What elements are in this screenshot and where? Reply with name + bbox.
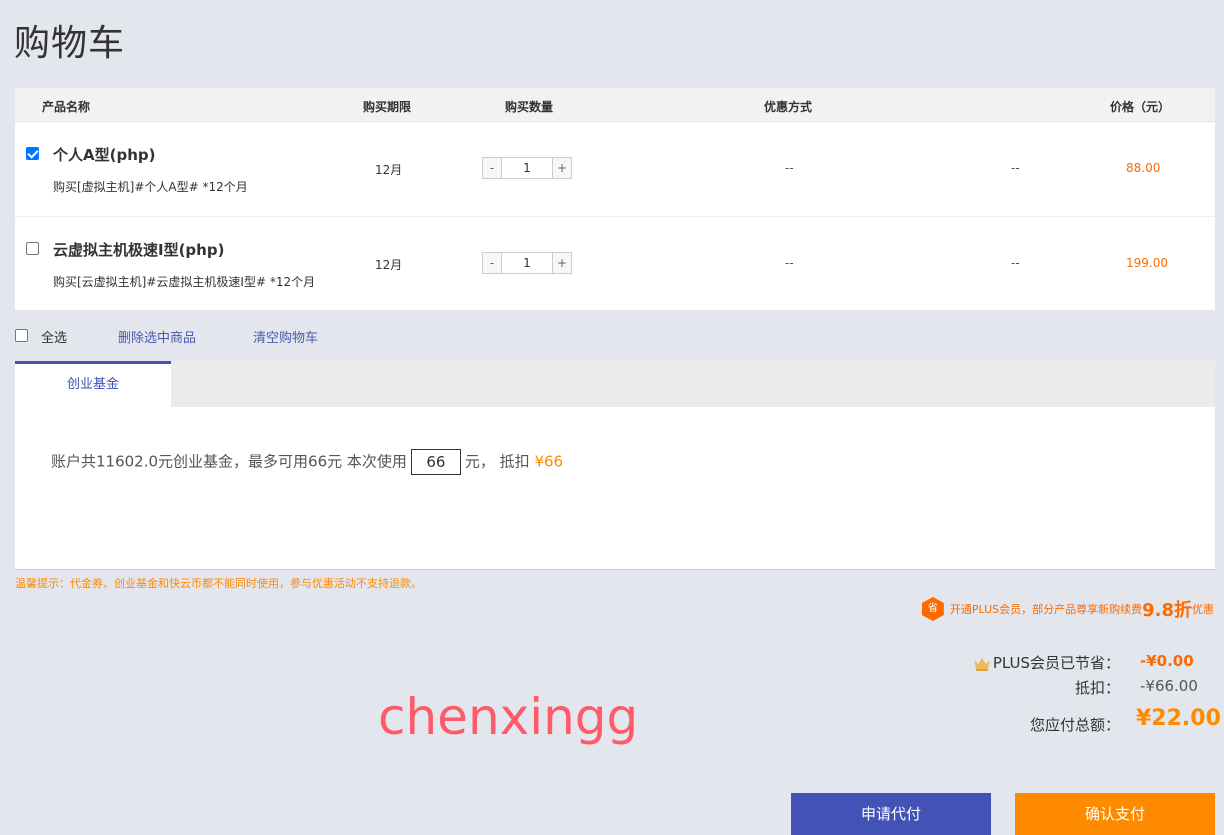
plus-saved-label: PLUS会员已节省： xyxy=(992,654,1120,672)
col-header-discount: 优惠方式 xyxy=(764,100,813,114)
deduct-label: 抵扣： xyxy=(1074,679,1120,697)
col-header-period: 购买期限 xyxy=(363,100,412,114)
page-title: 购物车 xyxy=(14,23,126,64)
warm-tip: 温馨提示：代金券、创业基金和快云币都不能同时使用，参与优惠活动不支持退款。 xyxy=(15,577,422,590)
quantity-input[interactable]: 1 xyxy=(502,158,552,178)
discount-method: -- xyxy=(785,161,794,175)
select-all-label[interactable]: 全选 xyxy=(41,327,67,346)
promo-text: 开通PLUS会员，部分产品尊享新购续费 xyxy=(949,603,1143,616)
promo-discount: 9.8折 xyxy=(1142,600,1192,621)
increment-button[interactable]: + xyxy=(552,158,571,178)
total-label: 您应付总额： xyxy=(1029,716,1120,734)
product-period: 12月 xyxy=(375,258,403,272)
product-period: 12月 xyxy=(375,163,403,177)
quantity-input[interactable]: 1 xyxy=(502,253,552,273)
select-all-checkbox[interactable] xyxy=(15,329,28,342)
crown-icon xyxy=(973,657,990,671)
discount-method: -- xyxy=(785,256,794,270)
tab-startup-fund[interactable]: 创业基金 xyxy=(15,361,171,407)
fund-usage-line: 账户共11602.0元创业基金，最多可用66元 本次使用 66 元， 抵扣 ¥66 xyxy=(51,449,563,475)
delete-selected-link[interactable]: 删除选中商品 xyxy=(118,327,196,346)
product-name: 云虚拟主机极速I型(php) xyxy=(53,241,225,259)
table-row: 云虚拟主机极速I型(php) 购买[云虚拟主机]#云虚拟主机极速I型# *12个… xyxy=(15,217,1215,311)
clear-cart-link[interactable]: 清空购物车 xyxy=(253,327,318,346)
row-checkbox[interactable] xyxy=(26,242,39,255)
fund-tabbar: 创业基金 xyxy=(15,361,1215,407)
request-pay-button[interactable]: 申请代付 xyxy=(791,793,991,835)
product-desc: 购买[虚拟主机]#个人A型# *12个月 xyxy=(53,180,248,194)
discount-amount: -- xyxy=(1011,256,1020,270)
fund-text-after: 元， 抵扣 xyxy=(464,452,530,471)
row-checkbox[interactable] xyxy=(26,147,39,160)
plus-promo[interactable]: 省开通PLUS会员，部分产品尊享新购续费9.8折优惠 xyxy=(921,596,1214,624)
discount-amount: -- xyxy=(1011,161,1020,175)
deduct-value: -¥66.00 xyxy=(1140,677,1198,695)
quantity-stepper: - 1 + xyxy=(482,252,572,274)
product-price: 88.00 xyxy=(1126,161,1161,175)
watermark: chenxingg xyxy=(378,688,639,746)
decrement-button[interactable]: - xyxy=(483,158,502,178)
plus-saved-label-wrap: PLUS会员已节省： xyxy=(973,652,1120,673)
fund-amount-input[interactable]: 66 xyxy=(410,449,461,475)
plus-saved-value: -¥0.00 xyxy=(1140,652,1194,670)
col-header-quantity: 购买数量 xyxy=(505,100,554,114)
increment-button[interactable]: + xyxy=(552,253,571,273)
table-row: 个人A型(php) 购买[虚拟主机]#个人A型# *12个月 12月 - 1 +… xyxy=(15,122,1215,217)
decrement-button[interactable]: - xyxy=(483,253,502,273)
product-desc: 购买[云虚拟主机]#云虚拟主机极速I型# *12个月 xyxy=(53,275,316,289)
total-value: ¥22.00 xyxy=(1136,706,1221,731)
table-header: 产品名称 购买期限 购买数量 优惠方式 价格（元） xyxy=(15,88,1215,122)
fund-text-before: 账户共11602.0元创业基金，最多可用66元 本次使用 xyxy=(51,452,407,471)
promo-suffix: 优惠 xyxy=(1192,603,1214,616)
confirm-pay-button[interactable]: 确认支付 xyxy=(1015,793,1215,835)
product-price: 199.00 xyxy=(1126,256,1168,270)
cart-table: 产品名称 购买期限 购买数量 优惠方式 价格（元） 个人A型(php) 购买[虚… xyxy=(15,88,1215,310)
col-header-price: 价格（元） xyxy=(1110,100,1171,114)
fund-panel: 创业基金 账户共11602.0元创业基金，最多可用66元 本次使用 66 元， 抵扣… xyxy=(15,361,1215,570)
fund-deduct-amount: ¥66 xyxy=(534,452,564,471)
col-header-name: 产品名称 xyxy=(42,100,91,114)
save-badge-icon: 省 xyxy=(921,597,944,621)
quantity-stepper: - 1 + xyxy=(482,157,572,179)
product-name: 个人A型(php) xyxy=(53,146,156,164)
